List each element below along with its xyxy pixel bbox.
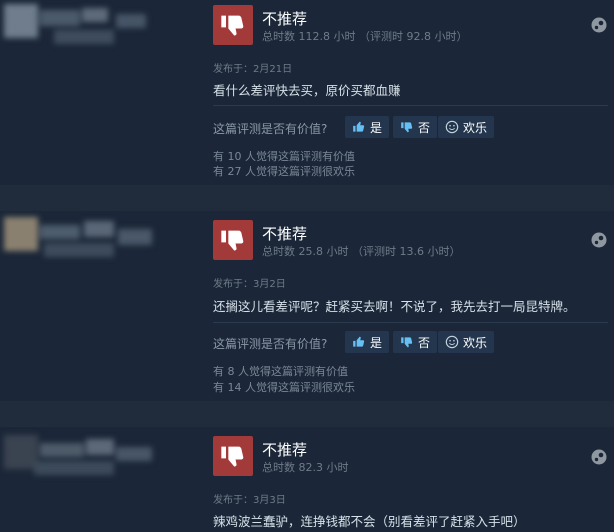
vote-funny-button[interactable]: 欢乐 xyxy=(438,116,495,138)
vote-funny-label: 欢乐 xyxy=(463,120,488,135)
divider xyxy=(213,322,608,323)
posted-date: 发布于：3月3日 xyxy=(213,495,286,506)
review-verdict: 不推荐 xyxy=(262,225,308,243)
vote-yes-button[interactable]: 是 xyxy=(345,331,390,353)
helpful-count: 有 10 人觉得这篇评测有价值 xyxy=(213,150,355,163)
vote-no-button[interactable]: 否 xyxy=(393,331,438,353)
hours-played: 总时数 25.8 小时 （评测时 13.6 小时） xyxy=(262,245,461,258)
avatar[interactable] xyxy=(4,435,154,481)
steam-icon xyxy=(591,232,607,248)
thumbs-down-icon xyxy=(213,5,253,45)
funny-count: 有 14 人觉得这篇评测很欢乐 xyxy=(213,381,355,394)
helpful-count: 有 8 人觉得这篇评测有价值 xyxy=(213,365,348,378)
vote-yes-label: 是 xyxy=(370,335,383,350)
divider xyxy=(213,105,608,106)
helpful-question: 这篇评测是否有价值? xyxy=(213,337,328,351)
hours-played: 总时数 82.3 小时 xyxy=(262,461,349,474)
vote-yes-button[interactable]: 是 xyxy=(345,116,390,138)
thumbs-down-icon xyxy=(401,337,413,348)
review-verdict: 不推荐 xyxy=(262,441,308,459)
posted-date: 发布于：2月21日 xyxy=(213,64,293,75)
funny-count: 有 27 人觉得这篇评测很欢乐 xyxy=(213,165,355,178)
review-verdict: 不推荐 xyxy=(262,10,308,28)
avatar[interactable] xyxy=(4,4,154,50)
avatar[interactable] xyxy=(4,217,154,263)
review-card: 不推荐 总时数 25.8 小时 （评测时 13.6 小时） 发布于：3月2日 还… xyxy=(0,211,614,401)
vote-funny-button[interactable]: 欢乐 xyxy=(438,331,495,353)
hours-played: 总时数 112.8 小时 （评测时 92.8 小时） xyxy=(262,30,468,43)
review-card: 不推荐 总时数 82.3 小时 发布于：3月3日 辣鸡波兰蠢驴，连挣钱都不会（别… xyxy=(0,427,614,532)
vote-no-label: 否 xyxy=(418,335,431,350)
steam-icon xyxy=(591,449,607,465)
review-text: 辣鸡波兰蠢驴，连挣钱都不会（别看差评了赶紧入手吧） xyxy=(213,514,526,529)
thumbs-up-icon xyxy=(353,336,365,347)
posted-date: 发布于：3月2日 xyxy=(213,279,286,290)
author-info xyxy=(0,427,195,532)
vote-no-label: 否 xyxy=(418,120,431,135)
thumbs-up-icon xyxy=(353,121,365,132)
author-info xyxy=(0,0,195,185)
review-separator xyxy=(0,185,614,211)
thumbs-down-icon xyxy=(401,122,413,133)
steam-icon xyxy=(591,17,607,33)
review-text: 看什么差评快去买，原价买都血赚 xyxy=(213,83,401,98)
smiley-icon xyxy=(445,335,459,349)
vote-no-button[interactable]: 否 xyxy=(393,116,438,138)
review-card: 不推荐 总时数 112.8 小时 （评测时 92.8 小时） 发布于：2月21日… xyxy=(0,0,614,185)
author-info xyxy=(0,211,195,401)
vote-yes-label: 是 xyxy=(370,120,383,135)
thumbs-down-icon xyxy=(213,436,253,476)
vote-funny-label: 欢乐 xyxy=(463,335,488,350)
review-separator xyxy=(0,401,614,427)
smiley-icon xyxy=(445,120,459,134)
review-text: 还搁这儿看差评呢？赶紧买去啊！不说了，我先去打一局昆特牌。 xyxy=(213,299,576,314)
helpful-question: 这篇评测是否有价值? xyxy=(213,122,328,136)
thumbs-down-icon xyxy=(213,220,253,260)
